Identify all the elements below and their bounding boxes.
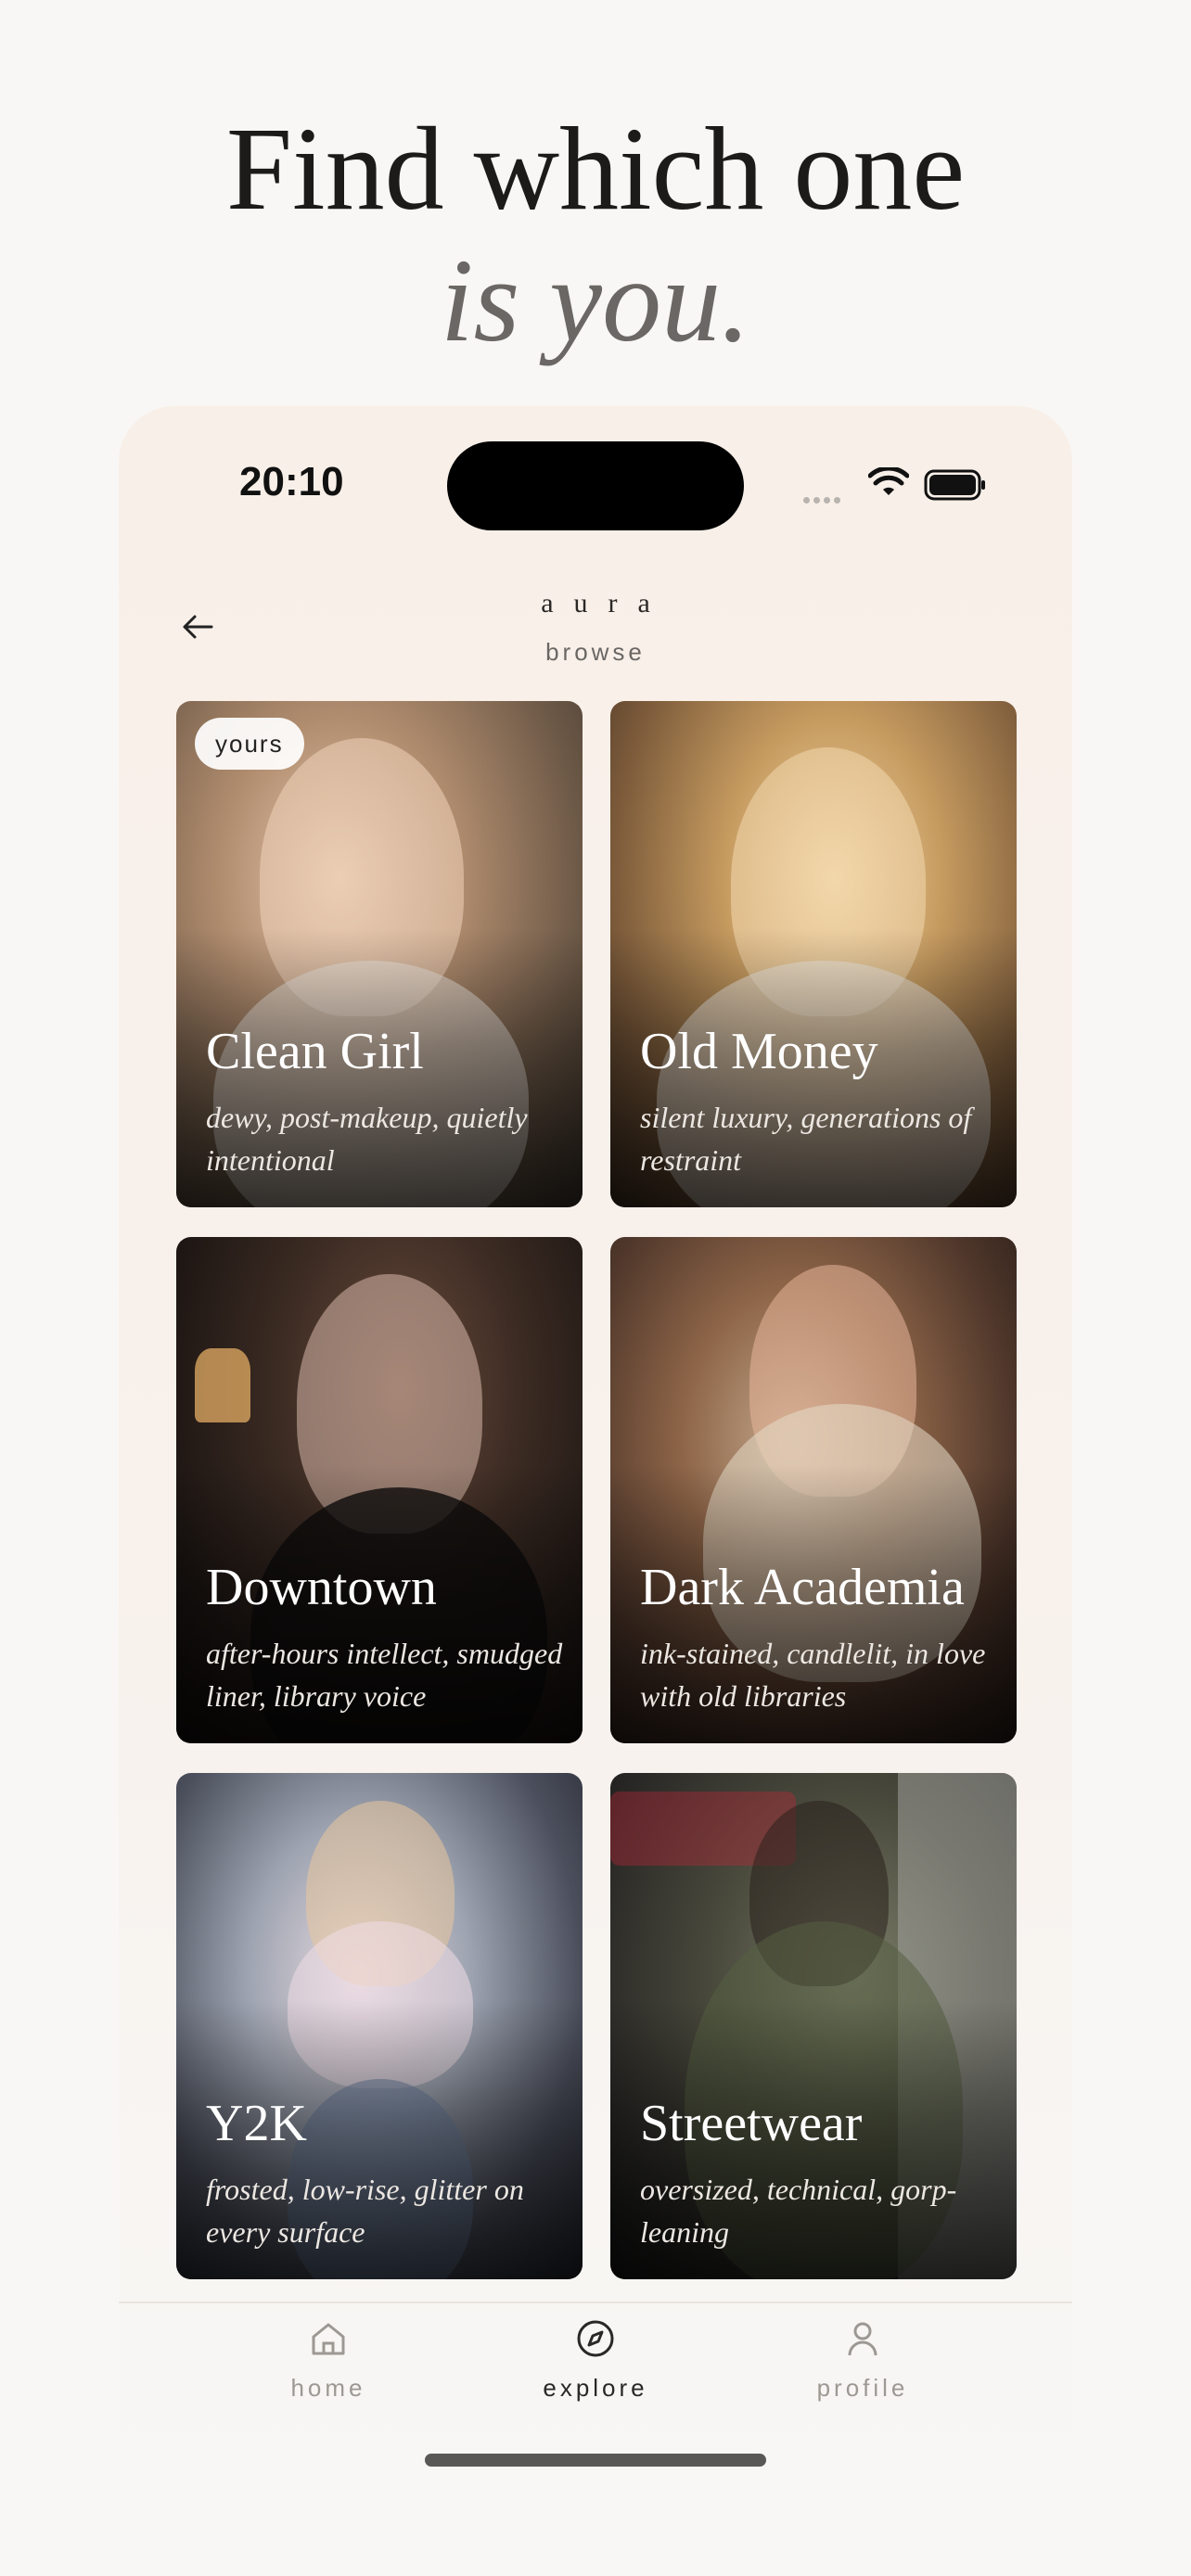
phone-screen: 20:10 aura browse yours Clean Girl dewy,… bbox=[119, 406, 1072, 2493]
page-subtitle: browse bbox=[545, 638, 646, 666]
card-title: Dark Academia bbox=[640, 1559, 965, 1616]
aesthetic-card-y2k[interactable]: Y2K frosted, low-rise, glitter on every … bbox=[176, 1773, 583, 2279]
tab-profile-label: profile bbox=[816, 2374, 909, 2402]
aesthetic-card-dark-academia[interactable]: Dark Academia ink-stained, candlelit, in… bbox=[610, 1237, 1017, 1743]
compass-icon bbox=[577, 2320, 614, 2357]
tab-explore[interactable]: explore bbox=[503, 2316, 688, 2403]
card-description: silent luxury, generations of restraint bbox=[640, 1101, 972, 1177]
card-description: frosted, low-rise, glitter on every surf… bbox=[206, 2173, 524, 2249]
battery-icon bbox=[924, 469, 985, 501]
card-description: dewy, post-makeup, quietly intentional bbox=[206, 1101, 528, 1177]
home-indicator bbox=[425, 2454, 766, 2467]
card-title: Streetwear bbox=[640, 2095, 863, 2152]
aesthetic-card-streetwear[interactable]: Streetwear oversized, technical, gorp-le… bbox=[610, 1773, 1017, 2279]
status-time: 20:10 bbox=[239, 459, 344, 504]
headline-line-2: is you. bbox=[440, 235, 751, 366]
card-title: Y2K bbox=[206, 2095, 307, 2152]
home-icon bbox=[312, 2323, 345, 2355]
yours-badge: yours bbox=[195, 718, 304, 770]
card-description: after-hours intellect, smudged liner, li… bbox=[206, 1637, 563, 1713]
tab-home[interactable]: home bbox=[236, 2316, 421, 2403]
tab-home-label: home bbox=[290, 2374, 366, 2402]
wifi-icon bbox=[868, 467, 909, 495]
person-icon bbox=[848, 2322, 877, 2356]
brand-wordmark: aura bbox=[541, 588, 671, 618]
tab-bar-divider bbox=[119, 2302, 1072, 2303]
tab-explore-label: explore bbox=[543, 2374, 648, 2402]
headline-line-1: Find which one bbox=[225, 103, 966, 235]
card-title: Clean Girl bbox=[206, 1023, 424, 1080]
signal-icon bbox=[803, 491, 844, 508]
card-title: Downtown bbox=[206, 1559, 437, 1616]
tab-profile[interactable]: profile bbox=[770, 2316, 955, 2403]
dynamic-island bbox=[447, 441, 744, 530]
card-description: oversized, technical, gorp-leaning bbox=[640, 2173, 957, 2249]
card-description: ink-stained, candlelit, in love with old… bbox=[640, 1637, 986, 1713]
card-title: Old Money bbox=[640, 1023, 878, 1080]
aesthetic-card-clean-girl[interactable]: yours Clean Girl dewy, post-makeup, quie… bbox=[176, 701, 583, 1207]
aesthetic-card-downtown[interactable]: Downtown after-hours intellect, smudged … bbox=[176, 1237, 583, 1743]
aesthetic-card-old-money[interactable]: Old Money silent luxury, generations of … bbox=[610, 701, 1017, 1207]
